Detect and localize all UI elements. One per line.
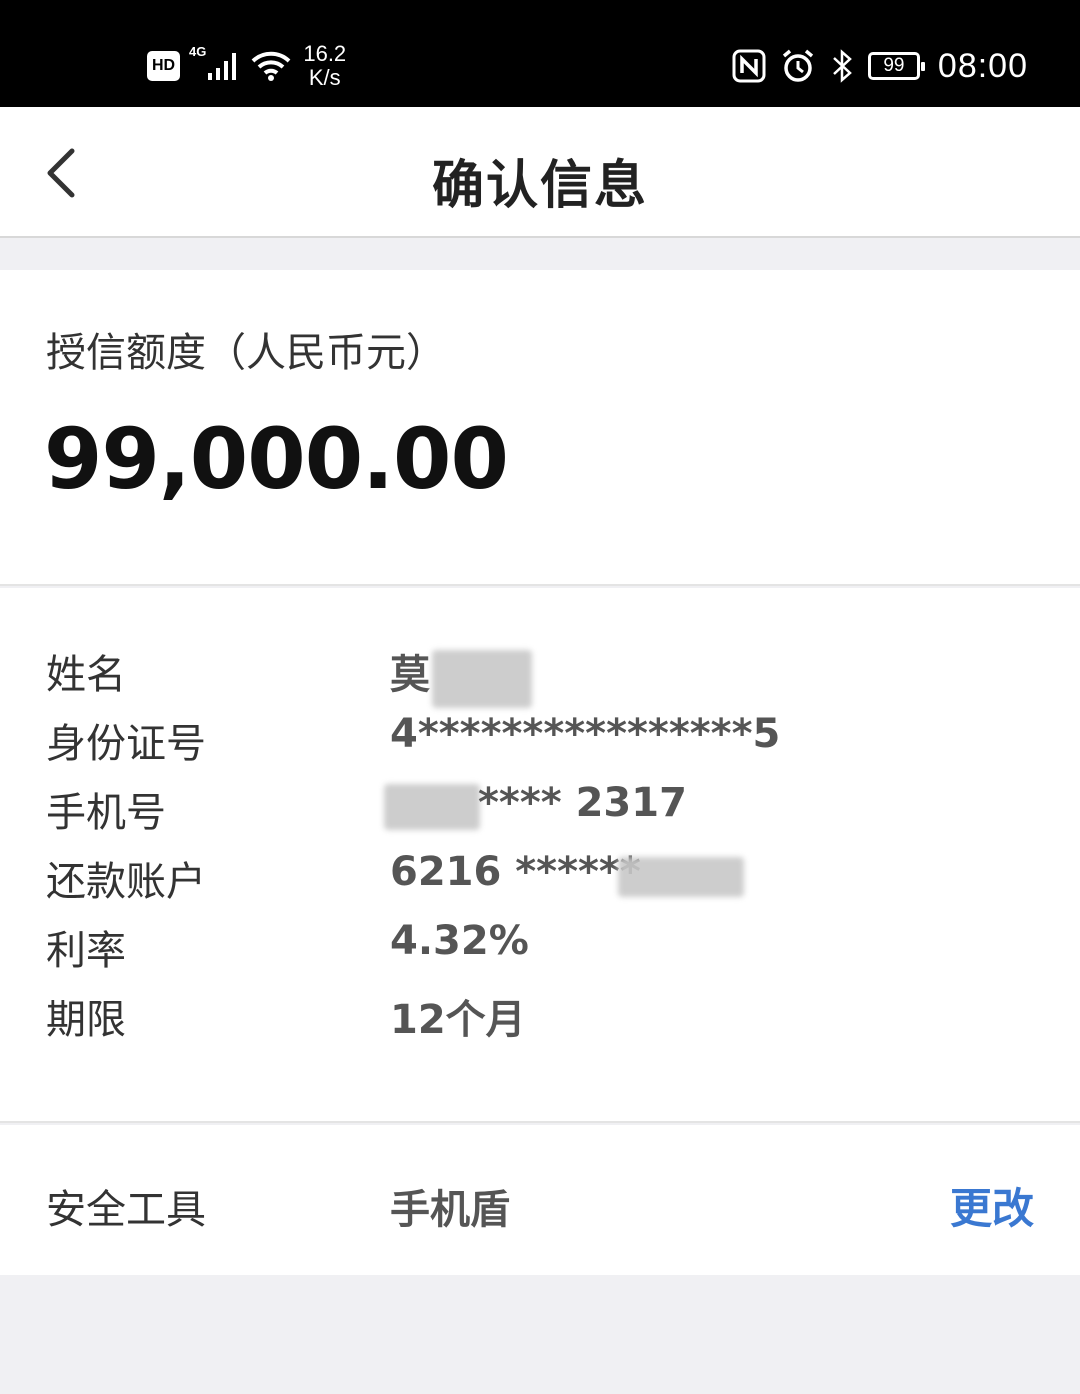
credit-amount-value: 99,000.00 [44, 410, 509, 508]
security-tool-card: 安全工具 手机盾 更改 [0, 1125, 1080, 1275]
info-label: 还款账户 [46, 859, 206, 905]
security-tool-value: 手机盾 [390, 1187, 510, 1233]
credit-amount-card: 授信额度（人民币元） 99,000.00 [0, 270, 1080, 586]
alarm-icon [782, 49, 814, 82]
info-value: 4****************5 [390, 711, 781, 757]
battery-level: 99 [883, 55, 905, 76]
speed-value: 16.2 [303, 41, 347, 66]
info-value: 12个月 [390, 997, 526, 1043]
info-row-phone: 手机号 **** 2317 [0, 770, 1080, 839]
info-card: 姓名 莫 身份证号 4****************5 手机号 **** 23… [0, 588, 1080, 1123]
network-speed: 16.2 K/s [303, 42, 346, 90]
info-row-term: 期限 12个月 [0, 977, 1080, 1046]
nav-bar: 确认信息 [0, 107, 1080, 238]
info-label: 身份证号 [46, 721, 206, 767]
info-label: 利率 [46, 928, 126, 974]
privacy-blur [618, 857, 744, 897]
info-value: 6216 ****** [390, 849, 641, 895]
network-type: 4G [189, 44, 207, 59]
status-right: 99 08:00 [718, 44, 1028, 88]
info-row-repayment-account: 还款账户 6216 ****** [0, 839, 1080, 908]
wifi-icon [251, 51, 291, 81]
info-label: 姓名 [46, 652, 126, 698]
info-row-name: 姓名 莫 [0, 632, 1080, 708]
info-row-interest-rate: 利率 4.32% [0, 908, 1080, 977]
page-title: 确认信息 [431, 156, 648, 216]
info-row-id-number: 身份证号 4****************5 [0, 701, 1080, 770]
privacy-blur [384, 784, 480, 830]
speed-unit: K/s [308, 65, 341, 90]
info-label: 手机号 [46, 790, 166, 836]
info-value: **** 2317 [478, 780, 687, 826]
status-left: HD 4G 16.2 K/s [147, 40, 346, 92]
clock: 08:00 [937, 46, 1028, 85]
credit-amount-label: 授信额度（人民币元） [46, 330, 446, 376]
info-value: 莫 [390, 652, 430, 698]
battery-icon: 99 [867, 52, 925, 80]
bluetooth-icon [833, 49, 852, 83]
info-value: 4.32% [390, 918, 529, 964]
status-bar: HD 4G 16.2 K/s 99 08:00 [0, 0, 1080, 107]
hd-badge: HD [147, 51, 180, 81]
security-tool-label: 安全工具 [46, 1187, 206, 1233]
signal-icon [208, 53, 237, 80]
change-security-tool-button[interactable]: 更改 [950, 1175, 1034, 1236]
nfc-icon [732, 49, 766, 83]
privacy-blur [432, 650, 532, 708]
info-label: 期限 [46, 997, 126, 1043]
